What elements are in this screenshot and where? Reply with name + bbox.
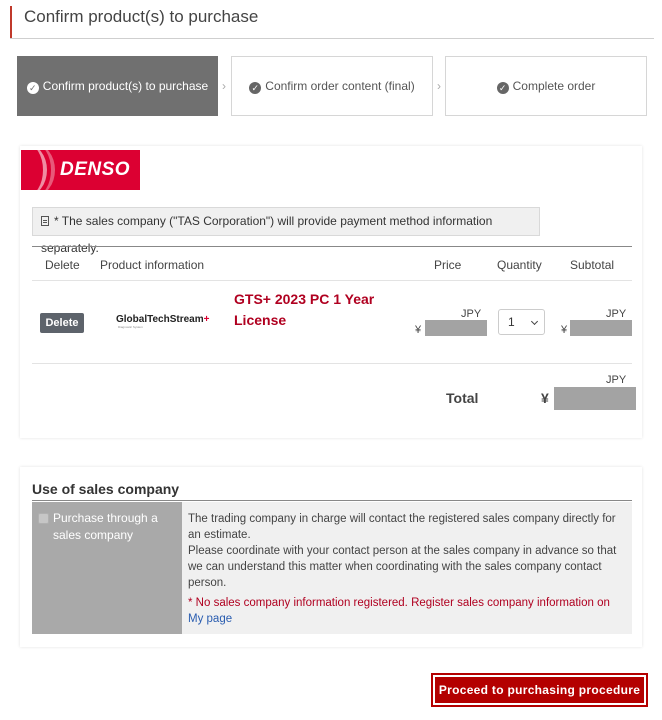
page-title: Confirm product(s) to purchase (10, 6, 654, 39)
chevron-right-icon: › (437, 79, 441, 93)
payment-notice: * The sales company ("TAS Corporation") … (32, 207, 540, 255)
subtotal-value-masked (570, 320, 632, 336)
quantity-value: 1 (508, 315, 515, 329)
proceed-button[interactable]: Proceed to purchasing procedure (431, 673, 648, 707)
subtotal-currency: JPY (606, 308, 627, 320)
title-divider (10, 38, 654, 39)
header-delete: Delete (45, 258, 80, 272)
price-value-masked (425, 320, 487, 336)
total-label: Total (446, 390, 479, 406)
price-yen-symbol: ¥ (415, 324, 422, 336)
document-icon (41, 216, 49, 226)
section-divider (32, 500, 632, 501)
brand-logo-text: DENSO (60, 159, 131, 180)
subtotal-yen-symbol: ¥ (561, 324, 568, 336)
header-subtotal: Subtotal (570, 258, 615, 272)
sales-company-description: The trading company in charge will conta… (188, 513, 617, 589)
globaltechstream-logo: GlobalTechStream+ Diagnostic System (116, 314, 210, 329)
check-circle-icon: ✓ (26, 82, 39, 94)
total-yen-symbol: ¥ (541, 390, 549, 406)
check-circle-icon: ✓ (496, 82, 509, 94)
section-title: Use of sales company (32, 481, 180, 497)
total-value-masked (554, 387, 636, 410)
table-header-divider (32, 246, 632, 247)
product-name-link[interactable]: GTS+ 2023 PC 1 Year License (234, 289, 394, 331)
denso-logo: DENSO (21, 150, 140, 190)
step-confirm-order: ✓ Confirm order content (final) (231, 56, 433, 116)
checkbox-label[interactable]: Purchase through a sales company (53, 510, 178, 544)
step-confirm-products: ✓ Confirm product(s) to purchase (17, 56, 218, 116)
header-quantity: Quantity (497, 258, 542, 272)
no-sales-company-warning: * No sales company information registere… (188, 597, 610, 625)
my-page-link[interactable]: My page (188, 613, 232, 625)
check-circle-icon: ✓ (249, 82, 262, 94)
header-product: Product information (100, 258, 205, 272)
header-price: Price (434, 258, 462, 272)
chevron-right-icon: › (222, 79, 226, 93)
sales-company-checkbox[interactable] (38, 513, 49, 524)
delete-button[interactable]: Delete (40, 313, 84, 333)
quantity-select[interactable]: 1 (498, 309, 545, 335)
total-currency: JPY (606, 374, 627, 386)
row-divider (32, 280, 632, 281)
chevron-down-icon (530, 317, 539, 326)
step-label: Complete order (512, 79, 596, 93)
step-complete-order: ✓ Complete order (445, 56, 647, 116)
step-label: Confirm product(s) to purchase (42, 79, 209, 93)
step-label: Confirm order content (final) (265, 79, 415, 93)
row-divider (32, 363, 632, 364)
price-currency: JPY (461, 308, 482, 320)
